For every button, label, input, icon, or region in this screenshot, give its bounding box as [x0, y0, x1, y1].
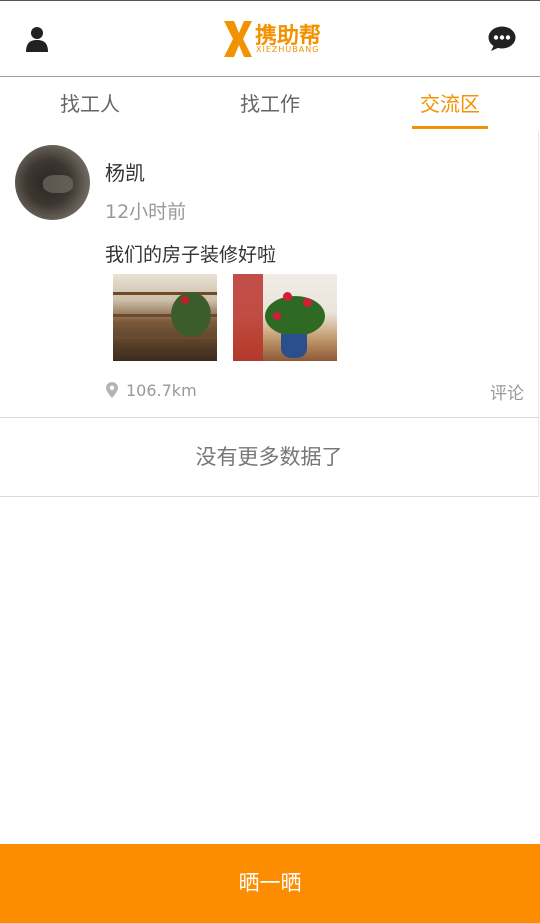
comment-button[interactable]: 评论 [490, 379, 524, 404]
map-pin-icon [106, 382, 118, 398]
post-time: 12小时前 [105, 201, 187, 223]
tab-community[interactable]: 交流区 [390, 77, 510, 131]
app-logo: 携助帮 XIEZHUBANG [222, 17, 322, 61]
post-photo-1[interactable] [113, 274, 217, 361]
logo-subtext: XIEZHUBANG [256, 45, 320, 54]
tab-find-job[interactable]: 找工作 [210, 77, 330, 131]
active-tab-indicator [412, 126, 488, 129]
tab-find-worker[interactable]: 找工人 [30, 77, 150, 131]
tab-bar: 找工人 找工作 交流区 [0, 77, 540, 131]
distance-text: 106.7km [126, 380, 197, 400]
post-photo-2[interactable] [233, 274, 337, 361]
share-post-button[interactable]: 晒一晒 [0, 844, 540, 923]
list-item: 杨凯 12小时前 我们的房子装修好啦 106.7km 评论 [0, 131, 539, 418]
chat-bubble-icon[interactable] [484, 21, 520, 57]
app-header: 携助帮 XIEZHUBANG [0, 1, 540, 77]
post-username[interactable]: 杨凯 [105, 157, 145, 186]
avatar[interactable] [15, 145, 90, 220]
list-end-message: 没有更多数据了 [0, 418, 539, 497]
post-content: 我们的房子装修好啦 [105, 244, 277, 266]
user-icon[interactable] [19, 21, 55, 57]
post-location: 106.7km [106, 379, 197, 401]
